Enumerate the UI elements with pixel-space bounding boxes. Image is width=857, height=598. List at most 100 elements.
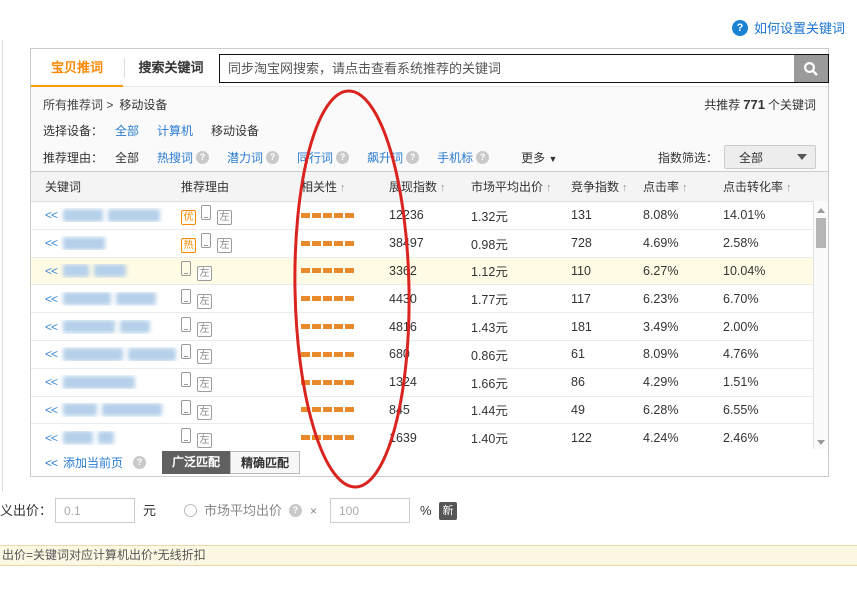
table-row[interactable]: <<热左384970.98元7284.69%2.58% <box>31 230 828 258</box>
how-to-set-keywords-link[interactable]: ? 如何设置关键词 <box>732 18 845 37</box>
help-circle-icon[interactable]: ? <box>406 151 419 164</box>
reason-badge: 左 <box>197 322 212 337</box>
reason-option[interactable]: 热搜词? <box>157 149 209 166</box>
new-badge: 新 <box>439 502 457 520</box>
table-scrollbar[interactable] <box>813 201 828 451</box>
market-avg-radio[interactable] <box>184 504 197 517</box>
reason-badge: 优 <box>181 210 196 225</box>
column-header[interactable]: 点击转化率↑ <box>723 178 810 195</box>
column-header[interactable]: 竞争指数↑ <box>571 178 643 195</box>
relevance-bar-segment <box>301 380 310 385</box>
index-filter-label: 指数筛选： <box>658 149 718 166</box>
tab-bar: 宝贝推词 搜索关键词 <box>31 49 828 87</box>
metric-cell: 8.09% <box>643 347 723 361</box>
help-circle-icon[interactable]: ? <box>336 151 349 164</box>
table-row[interactable]: <<左44301.77元1176.23%6.70% <box>31 285 828 313</box>
column-header[interactable]: 展现指数↑ <box>389 178 471 195</box>
table-row[interactable]: <<左6800.86元618.09%4.76% <box>31 341 828 369</box>
metric-cell: 680 <box>389 347 471 361</box>
help-circle-icon[interactable]: ? <box>289 504 302 517</box>
help-circle-icon[interactable]: ? <box>133 456 146 469</box>
relevance-bar-segment <box>345 352 354 357</box>
device-option[interactable]: 全部 <box>115 122 139 139</box>
tab-item-recommend[interactable]: 宝贝推词 <box>31 49 123 86</box>
reason-option[interactable]: 同行词? <box>297 149 349 166</box>
exact-match-button[interactable]: 精确匹配 <box>230 451 300 474</box>
reason-badges-cell: 左 <box>181 428 301 448</box>
scroll-up-icon[interactable] <box>817 208 825 213</box>
phone-icon <box>181 261 191 276</box>
help-circle-icon[interactable]: ? <box>266 151 279 164</box>
help-circle-icon[interactable]: ? <box>196 151 209 164</box>
blurred-keyword <box>63 348 123 361</box>
column-header-label: 展现指数 <box>389 180 437 194</box>
metric-cell: 131 <box>571 208 643 222</box>
help-circle-icon[interactable]: ? <box>476 151 489 164</box>
blurred-keyword <box>98 431 114 444</box>
breadcrumb-parent[interactable]: 所有推荐词 > <box>43 96 113 113</box>
scroll-down-icon[interactable] <box>817 440 825 445</box>
add-keyword-arrows[interactable]: << <box>45 320 57 334</box>
reason-option[interactable]: 手机标? <box>437 149 489 166</box>
metric-cell: 3362 <box>389 264 471 278</box>
blurred-keyword <box>108 209 160 222</box>
column-header[interactable]: 点击率↑ <box>643 178 723 195</box>
bid-amount-input[interactable] <box>55 498 135 523</box>
keyword-recommend-panel: 宝贝推词 搜索关键词 所有推荐词 > 移动设备 共推荐771个关键词 选择设备：… <box>30 48 829 477</box>
reason-option[interactable]: 潜力词? <box>227 149 279 166</box>
add-keyword-arrows[interactable]: << <box>45 431 57 445</box>
table-row[interactable]: <<左13241.66元864.29%1.51% <box>31 369 828 397</box>
multiply-sign: × <box>310 498 317 524</box>
reason-option[interactable]: 全部 <box>115 149 139 166</box>
metric-cell: 1.40元 <box>471 428 571 447</box>
reason-badges-cell: 左 <box>181 261 301 281</box>
table-body: <<优左122361.32元1318.08%14.01%<<热左384970.9… <box>31 202 828 451</box>
add-keyword-arrows[interactable]: << <box>45 236 57 250</box>
metric-cell: 4.76% <box>723 347 810 361</box>
scrollbar-thumb[interactable] <box>816 218 826 248</box>
device-option[interactable]: 移动设备 <box>211 122 259 139</box>
search-box <box>219 54 829 83</box>
sort-arrow-icon: ↑ <box>340 182 346 194</box>
add-keyword-arrows[interactable]: << <box>45 292 57 306</box>
add-current-page-link[interactable]: << 添加当前页 <box>45 454 123 471</box>
index-filter-dropdown[interactable]: 全部 <box>724 145 816 169</box>
more-filters-link[interactable]: 更多 ▼ <box>521 149 557 166</box>
relevance-bar-segment <box>334 241 343 246</box>
sort-arrow-icon: ↑ <box>622 182 628 194</box>
tab-search-keyword[interactable]: 搜索关键词 <box>125 49 217 86</box>
reason-badge: 左 <box>197 349 212 364</box>
reason-badge: 左 <box>217 210 232 225</box>
table-row[interactable]: <<左8451.44元496.28%6.55% <box>31 397 828 425</box>
percent-input[interactable] <box>330 498 410 523</box>
metric-cell: 6.55% <box>723 403 810 417</box>
table-row[interactable]: <<优左122361.32元1318.08%14.01% <box>31 202 828 230</box>
search-input[interactable] <box>220 55 794 82</box>
metric-cell: 2.46% <box>723 431 810 445</box>
metric-cell: 86 <box>571 375 643 389</box>
reason-badges-cell: 左 <box>181 289 301 309</box>
device-options: 全部 计算机 移动设备 <box>115 122 277 139</box>
metric-cell: 1.51% <box>723 375 810 389</box>
broad-match-button[interactable]: 广泛匹配 <box>162 451 230 474</box>
column-header[interactable]: 相关性↑ <box>301 178 389 195</box>
add-keyword-arrows[interactable]: << <box>45 208 57 222</box>
metric-cell: 845 <box>389 403 471 417</box>
device-option[interactable]: 计算机 <box>157 122 193 139</box>
metric-cell: 6.28% <box>643 403 723 417</box>
add-keyword-arrows[interactable]: << <box>45 375 57 389</box>
reason-option[interactable]: 飙升词? <box>367 149 419 166</box>
metric-cell: 6.27% <box>643 264 723 278</box>
table-row[interactable]: <<左48161.43元1813.49%2.00% <box>31 313 828 341</box>
reason-badges-cell: 左 <box>181 372 301 392</box>
device-filter-label: 选择设备： <box>43 122 115 139</box>
add-keyword-arrows[interactable]: << <box>45 403 57 417</box>
add-keyword-arrows[interactable]: << <box>45 347 57 361</box>
keyword-cell: << <box>31 431 181 445</box>
table-row[interactable]: <<左33621.12元1106.27%10.04% <box>31 258 828 286</box>
metric-cell: 1.44元 <box>471 400 571 419</box>
add-keyword-arrows[interactable]: << <box>45 264 57 278</box>
table-row[interactable]: <<左16391.40元1224.24%2.46% <box>31 424 828 451</box>
column-header[interactable]: 市场平均出价↑ <box>471 178 571 195</box>
search-button[interactable] <box>794 55 828 82</box>
